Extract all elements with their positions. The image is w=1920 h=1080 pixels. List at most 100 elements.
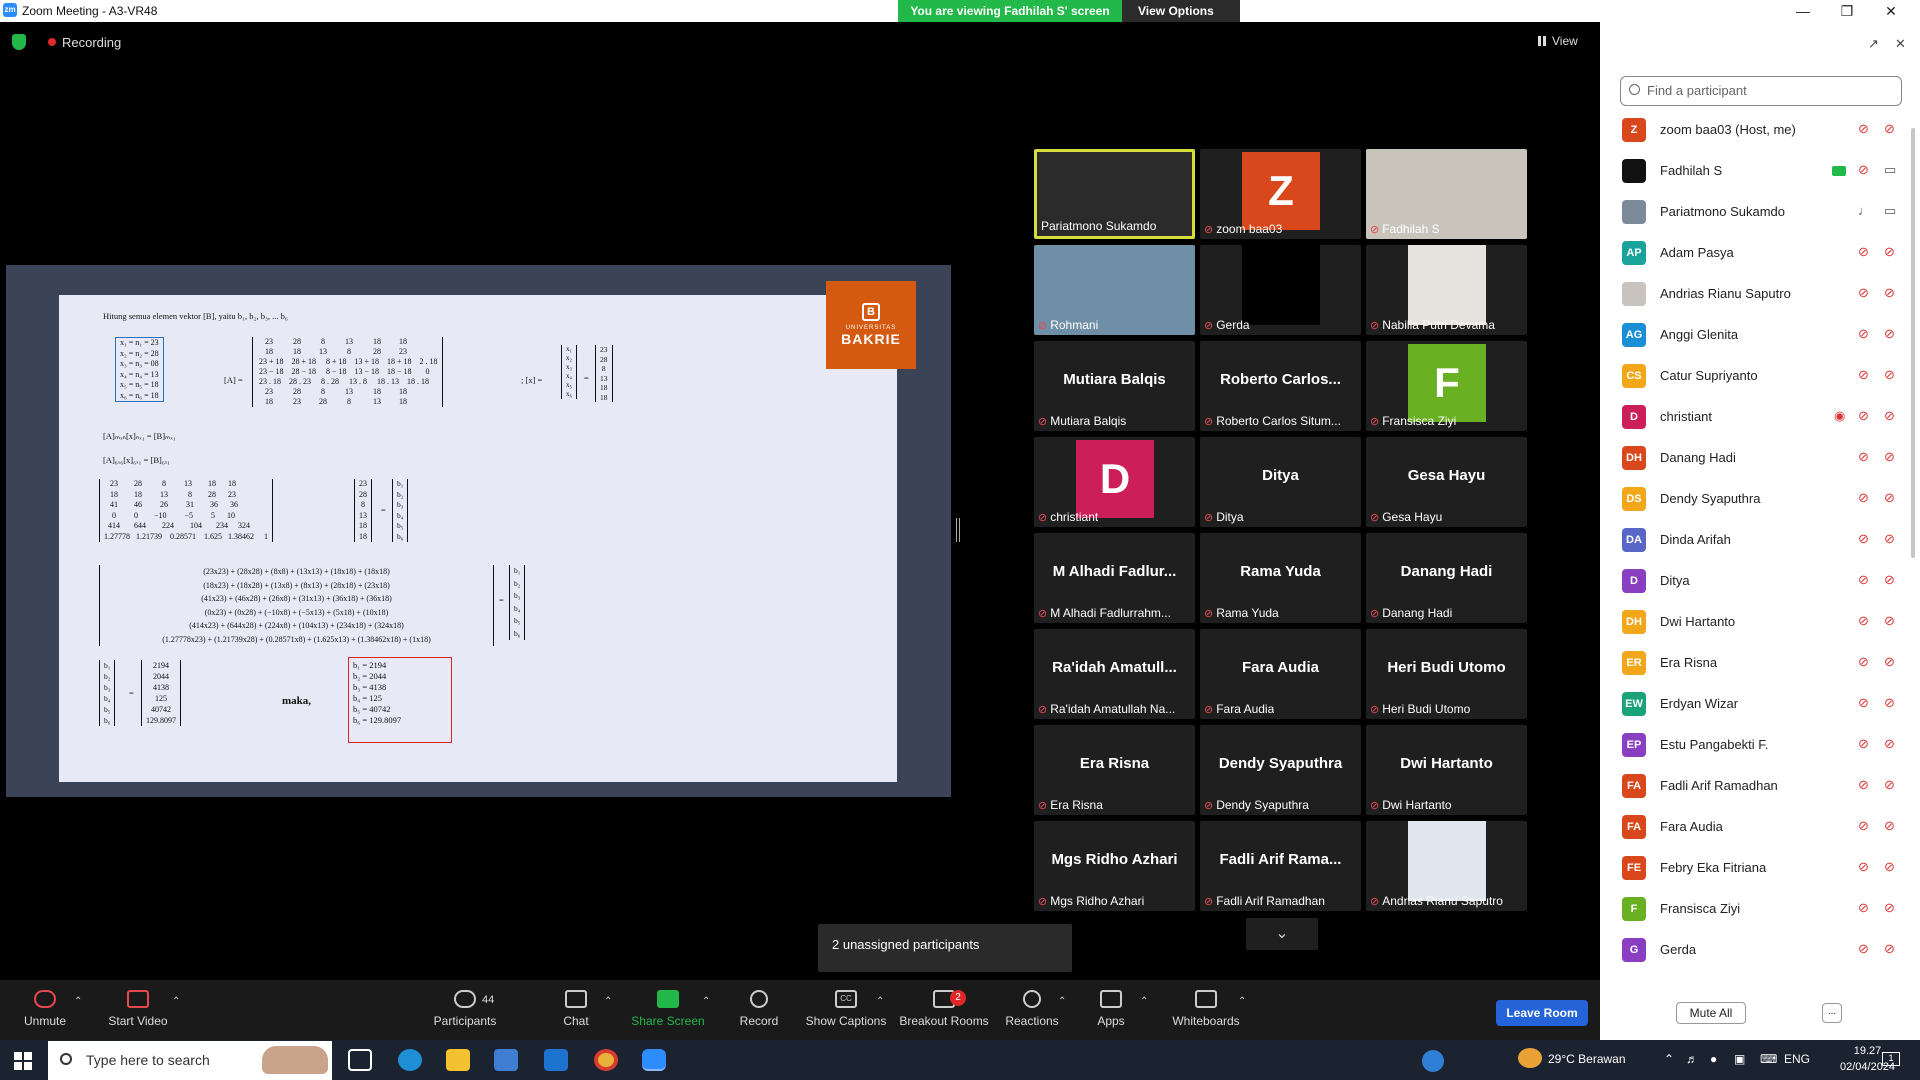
mic-muted-icon[interactable]: ⊘ bbox=[1858, 818, 1869, 834]
participant-row[interactable]: Fadhilah S ⊘ ▭ bbox=[1622, 151, 1912, 192]
mute-all-button[interactable]: Mute All bbox=[1676, 1002, 1746, 1024]
mic-muted-icon[interactable]: ⊘ bbox=[1858, 654, 1869, 670]
volume-icon[interactable]: ♬ bbox=[1686, 1052, 1698, 1066]
video-on-icon[interactable]: ▭ bbox=[1884, 162, 1896, 178]
view-button[interactable]: View bbox=[1538, 34, 1578, 48]
video-off-icon[interactable]: ⊘ bbox=[1884, 244, 1895, 260]
mail-icon[interactable] bbox=[544, 1049, 568, 1071]
participant-tile[interactable]: Roberto Carlos... ⊘ Roberto Carlos Situm..… bbox=[1200, 341, 1361, 431]
pop-out-icon[interactable]: ↗ bbox=[1868, 36, 1879, 52]
participant-tile[interactable]: ⊘ Gerda bbox=[1200, 245, 1361, 335]
restore-icon[interactable]: ❐ bbox=[1832, 1, 1862, 21]
participant-tile[interactable]: ⊘ Rohmani bbox=[1034, 245, 1195, 335]
mic-muted-icon[interactable]: ⊘ bbox=[1858, 941, 1869, 957]
video-options-caret-icon[interactable]: ⌃ bbox=[172, 996, 180, 1007]
participant-tile[interactable]: Mgs Ridho Azhari ⊘ Mgs Ridho Azhari bbox=[1034, 821, 1195, 911]
participant-row[interactable]: Pariatmono Sukamdo ♩ ▭ bbox=[1622, 192, 1912, 233]
participant-tile[interactable]: F ⊘ Fransisca Ziyi bbox=[1366, 341, 1527, 431]
video-off-icon[interactable]: ⊘ bbox=[1884, 367, 1895, 383]
participant-row[interactable]: AP Adam Pasya ⊘ ⊘ bbox=[1622, 233, 1912, 274]
participant-row[interactable]: DH Dwi Hartanto ⊘ ⊘ bbox=[1622, 602, 1912, 643]
participant-row[interactable]: FE Febry Eka Fitriana ⊘ ⊘ bbox=[1622, 848, 1912, 889]
close-panel-icon[interactable]: ✕ bbox=[1895, 36, 1906, 52]
audio-options-caret-icon[interactable]: ⌃ bbox=[74, 996, 82, 1007]
mic-muted-icon[interactable]: ⊘ bbox=[1858, 900, 1869, 916]
apps-caret-icon[interactable]: ⌃ bbox=[1140, 996, 1148, 1007]
participant-tile[interactable]: ⊘ Nabilia Putri Devama bbox=[1366, 245, 1527, 335]
video-on-icon[interactable]: ▭ bbox=[1884, 203, 1896, 219]
keyboard-icon[interactable]: ⌨ bbox=[1760, 1052, 1777, 1066]
participant-row[interactable]: F Fransisca Ziyi ⊘ ⊘ bbox=[1622, 889, 1912, 930]
participant-tile[interactable]: Pariatmono Sukamdo bbox=[1034, 149, 1195, 239]
edge-icon[interactable] bbox=[398, 1049, 422, 1071]
video-off-icon[interactable]: ⊘ bbox=[1884, 613, 1895, 629]
reactions-caret-icon[interactable]: ⌃ bbox=[1058, 996, 1066, 1007]
participants-scrollbar[interactable] bbox=[1911, 128, 1915, 558]
record-button[interactable]: Record bbox=[738, 990, 780, 1028]
video-off-icon[interactable]: ⊘ bbox=[1884, 449, 1895, 465]
participant-tile[interactable]: Fara Audia ⊘ Fara Audia bbox=[1200, 629, 1361, 719]
unassigned-participants-notice[interactable]: 2 unassigned participants bbox=[818, 924, 1072, 972]
video-off-icon[interactable]: ⊘ bbox=[1884, 654, 1895, 670]
task-view-icon[interactable] bbox=[348, 1049, 372, 1071]
tray-chevron-icon[interactable]: ⌃ bbox=[1664, 1052, 1674, 1066]
participant-tile[interactable]: Dwi Hartanto ⊘ Dwi Hartanto bbox=[1366, 725, 1527, 815]
participant-tile[interactable]: Ditya ⊘ Ditya bbox=[1200, 437, 1361, 527]
unmute-button[interactable]: Unmute bbox=[20, 990, 70, 1028]
video-off-icon[interactable]: ⊘ bbox=[1884, 777, 1895, 793]
help-icon[interactable] bbox=[1422, 1050, 1444, 1072]
participant-row[interactable]: DS Dendy Syaputhra ⊘ ⊘ bbox=[1622, 479, 1912, 520]
mic-muted-icon[interactable]: ⊘ bbox=[1858, 531, 1869, 547]
mic-muted-icon[interactable]: ⊘ bbox=[1858, 367, 1869, 383]
video-off-icon[interactable]: ⊘ bbox=[1884, 490, 1895, 506]
mic-on-icon[interactable]: ♩ bbox=[1858, 203, 1871, 218]
participant-row[interactable]: FA Fara Audia ⊘ ⊘ bbox=[1622, 807, 1912, 848]
participant-row[interactable]: EP Estu Pangabekti F. ⊘ ⊘ bbox=[1622, 725, 1912, 766]
video-off-icon[interactable]: ⊘ bbox=[1884, 408, 1895, 424]
mic-muted-icon[interactable]: ⊘ bbox=[1858, 285, 1869, 301]
video-off-icon[interactable]: ⊘ bbox=[1884, 736, 1895, 752]
mic-muted-icon[interactable]: ⊘ bbox=[1858, 244, 1869, 260]
mic-muted-icon[interactable]: ⊘ bbox=[1858, 736, 1869, 752]
mic-muted-icon[interactable]: ⊘ bbox=[1858, 859, 1869, 875]
chat-button[interactable]: Chat bbox=[556, 990, 596, 1028]
participant-row[interactable]: Zzoom baa03 (Host, me) ⊘ ⊘ bbox=[1622, 110, 1912, 151]
more-options-button[interactable]: ... bbox=[1822, 1003, 1842, 1023]
whiteboards-caret-icon[interactable]: ⌃ bbox=[1238, 996, 1246, 1007]
mic-muted-icon[interactable]: ⊘ bbox=[1858, 777, 1869, 793]
participant-tile[interactable]: Era Risna ⊘ Era Risna bbox=[1034, 725, 1195, 815]
participant-row[interactable]: CS Catur Supriyanto ⊘ ⊘ bbox=[1622, 356, 1912, 397]
participant-row[interactable]: DA Dinda Arifah ⊘ ⊘ bbox=[1622, 520, 1912, 561]
weather-text[interactable]: 29°C Berawan bbox=[1548, 1052, 1626, 1066]
participant-row[interactable]: D Ditya ⊘ ⊘ bbox=[1622, 561, 1912, 602]
participant-row[interactable]: DH Danang Hadi ⊘ ⊘ bbox=[1622, 438, 1912, 479]
weather-icon[interactable] bbox=[1518, 1048, 1542, 1068]
chrome-icon[interactable] bbox=[594, 1049, 618, 1071]
video-off-icon[interactable]: ⊘ bbox=[1884, 900, 1895, 916]
participant-tile[interactable]: D ⊘ christiant bbox=[1034, 437, 1195, 527]
participant-row[interactable]: AG Anggi Glenita ⊘ ⊘ bbox=[1622, 315, 1912, 356]
share-screen-button[interactable]: Share Screen bbox=[630, 990, 706, 1028]
participant-tile[interactable]: Ra'idah Amatull... ⊘ Ra'idah Amatullah Na.… bbox=[1034, 629, 1195, 719]
share-options-caret-icon[interactable]: ⌃ bbox=[702, 996, 710, 1007]
participant-tile[interactable]: Fadli Arif Rama... ⊘ Fadli Arif Ramadhan bbox=[1200, 821, 1361, 911]
minimize-icon[interactable]: — bbox=[1788, 1, 1818, 21]
video-off-icon[interactable]: ⊘ bbox=[1884, 121, 1895, 137]
participant-tile[interactable]: Z ⊘ zoom baa03 bbox=[1200, 149, 1361, 239]
participant-tile[interactable]: Heri Budi Utomo ⊘ Heri Budi Utomo bbox=[1366, 629, 1527, 719]
participant-row[interactable]: FA Fadli Arif Ramadhan ⊘ ⊘ bbox=[1622, 766, 1912, 807]
video-off-icon[interactable]: ⊘ bbox=[1884, 818, 1895, 834]
network-icon[interactable]: ▣ bbox=[1734, 1052, 1745, 1066]
start-video-button[interactable]: Start Video bbox=[106, 990, 170, 1028]
chat-options-caret-icon[interactable]: ⌃ bbox=[604, 996, 612, 1007]
reactions-button[interactable]: Reactions bbox=[1004, 990, 1060, 1028]
whiteboards-button[interactable]: Whiteboards bbox=[1170, 990, 1242, 1028]
participant-tile[interactable]: ⊘ Fadhilah S bbox=[1366, 149, 1527, 239]
video-off-icon[interactable]: ⊘ bbox=[1884, 285, 1895, 301]
breakout-rooms-button[interactable]: Breakout Rooms bbox=[898, 990, 990, 1028]
close-window-icon[interactable]: ✕ bbox=[1876, 1, 1906, 21]
search-highlight-image[interactable] bbox=[262, 1046, 328, 1074]
find-participant-input[interactable]: Find a participant bbox=[1620, 76, 1902, 106]
mic-muted-icon[interactable]: ⊘ bbox=[1858, 613, 1869, 629]
captions-options-caret-icon[interactable]: ⌃ bbox=[876, 996, 884, 1007]
